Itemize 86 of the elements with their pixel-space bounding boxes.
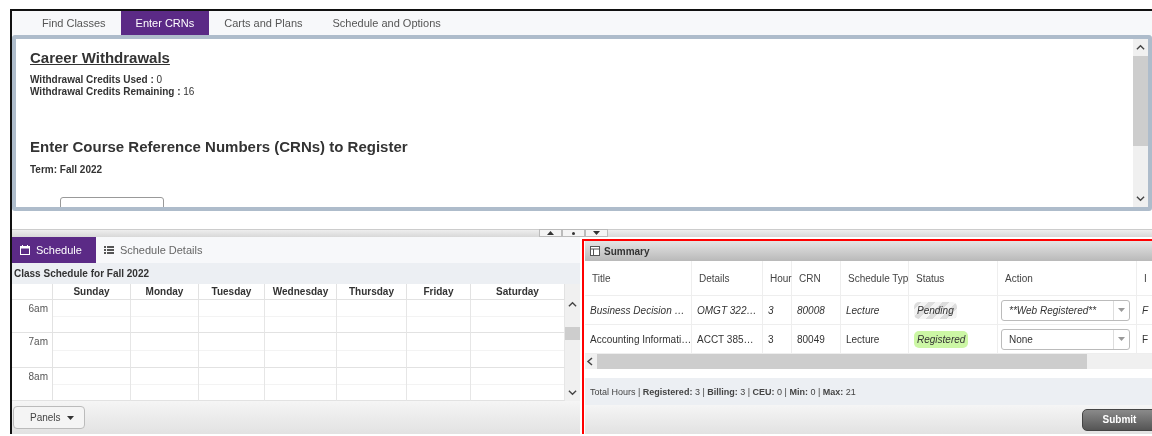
calendar-slot[interactable] bbox=[199, 333, 265, 368]
term-label: Term: Fall 2022 bbox=[30, 164, 104, 175]
column-header: Title bbox=[585, 261, 692, 295]
page-heading: Enter Course Reference Numbers (CRNs) to Register bbox=[30, 138, 409, 155]
schedule-tab[interactable]: Schedule bbox=[12, 237, 96, 263]
calendar-slot[interactable] bbox=[471, 333, 565, 368]
scrollbar[interactable] bbox=[1133, 39, 1148, 207]
table-cell: Lecture bbox=[841, 325, 909, 353]
scrollbar-thumb[interactable] bbox=[565, 327, 580, 340]
calendar-slot[interactable] bbox=[53, 300, 131, 333]
day-header: Wednesday bbox=[265, 284, 337, 300]
calendar-slot[interactable] bbox=[337, 300, 407, 333]
day-header: Friday bbox=[407, 284, 471, 300]
column-header: I bbox=[1137, 261, 1152, 295]
day-header: Sunday bbox=[53, 284, 131, 300]
calendar-slot[interactable] bbox=[407, 368, 471, 401]
status-badge: Pending bbox=[914, 301, 957, 319]
calendar-slot[interactable] bbox=[53, 333, 131, 368]
table-cell: 3 bbox=[763, 296, 792, 324]
table-cell: OMGT 322… bbox=[692, 296, 763, 324]
submit-button[interactable]: Submit bbox=[1082, 408, 1152, 431]
panels-button[interactable]: Panels bbox=[13, 406, 85, 429]
table-cell: F bbox=[1137, 325, 1152, 353]
calendar-slot[interactable] bbox=[407, 300, 471, 333]
scroll-up-icon[interactable] bbox=[568, 300, 577, 309]
day-header: Monday bbox=[131, 284, 199, 300]
calendar-slot[interactable] bbox=[131, 368, 199, 401]
table-cell: ACCT 385… bbox=[692, 325, 763, 353]
table-cell: 80049 bbox=[792, 325, 841, 353]
scroll-down-icon[interactable] bbox=[568, 388, 577, 397]
column-header: Action bbox=[998, 261, 1137, 295]
center-button[interactable] bbox=[562, 229, 585, 237]
table-cell: Accounting Informati… bbox=[585, 325, 692, 353]
table-cell: Business Decision … bbox=[585, 296, 692, 324]
calendar-slot[interactable] bbox=[337, 368, 407, 401]
up-triangle-icon bbox=[547, 231, 554, 235]
scrollbar[interactable] bbox=[565, 284, 580, 401]
day-header: Thursday bbox=[337, 284, 407, 300]
scroll-up-icon[interactable] bbox=[1136, 43, 1145, 52]
dropdown-arrow-icon bbox=[1118, 308, 1125, 312]
calendar-icon bbox=[20, 245, 30, 255]
dot-icon bbox=[572, 231, 575, 235]
table-cell: 3 bbox=[763, 325, 792, 353]
day-header: Tuesday bbox=[199, 284, 265, 300]
column-header: Status bbox=[909, 261, 998, 295]
table-cell: F bbox=[1137, 296, 1152, 324]
scrollbar-thumb[interactable] bbox=[1133, 56, 1148, 146]
scroll-down-icon[interactable] bbox=[1136, 194, 1145, 203]
expand-up-button[interactable] bbox=[539, 229, 562, 237]
table-cell: Lecture bbox=[841, 296, 909, 324]
status-badge: Registered bbox=[914, 330, 969, 348]
calendar-slot[interactable] bbox=[199, 300, 265, 333]
calendar-slot[interactable] bbox=[53, 368, 131, 401]
nav-tab[interactable]: Find Classes bbox=[27, 11, 121, 35]
table-cell: 80008 bbox=[792, 296, 841, 324]
calendar-slot[interactable] bbox=[407, 333, 471, 368]
calendar-slot bbox=[12, 284, 53, 300]
calendar-slot[interactable] bbox=[131, 333, 199, 368]
expand-down-button[interactable] bbox=[585, 229, 608, 237]
calendar-slot[interactable] bbox=[199, 368, 265, 401]
action-dropdown[interactable]: **Web Registered** bbox=[1001, 299, 1130, 321]
calendar-slot[interactable] bbox=[337, 333, 407, 368]
dropdown-arrow-icon bbox=[1118, 337, 1125, 341]
nav-tab[interactable]: Schedule and Options bbox=[317, 11, 456, 35]
nav-tab[interactable]: Enter CRNs bbox=[120, 11, 210, 35]
column-header: Hour bbox=[763, 261, 792, 295]
down-triangle-icon bbox=[593, 231, 600, 235]
calendar-slot[interactable] bbox=[265, 300, 337, 333]
action-dropdown[interactable]: None bbox=[1001, 328, 1130, 350]
column-header: Details bbox=[692, 261, 763, 295]
stat-line: Withdrawal Credits Used : 0 bbox=[30, 74, 164, 86]
hour-label: 7am bbox=[12, 333, 53, 368]
summary-title: Summary bbox=[604, 245, 650, 257]
column-header: CRN bbox=[792, 261, 841, 295]
table-icon bbox=[590, 246, 600, 256]
hour-label: 6am bbox=[12, 300, 53, 333]
list-icon bbox=[103, 245, 114, 255]
column-header: Schedule Typ bbox=[841, 261, 909, 295]
section-heading: Career Withdrawals bbox=[30, 49, 171, 66]
schedule-tab[interactable]: Schedule Details bbox=[95, 237, 217, 263]
calendar-slot[interactable] bbox=[265, 368, 337, 401]
stat-line: Withdrawal Credits Remaining : 16 bbox=[30, 86, 196, 98]
caret-icon bbox=[66, 415, 74, 420]
nav-tab[interactable]: Carts and Plans bbox=[209, 11, 318, 35]
calendar-slot[interactable] bbox=[265, 333, 337, 368]
calendar-slot[interactable] bbox=[131, 300, 199, 333]
